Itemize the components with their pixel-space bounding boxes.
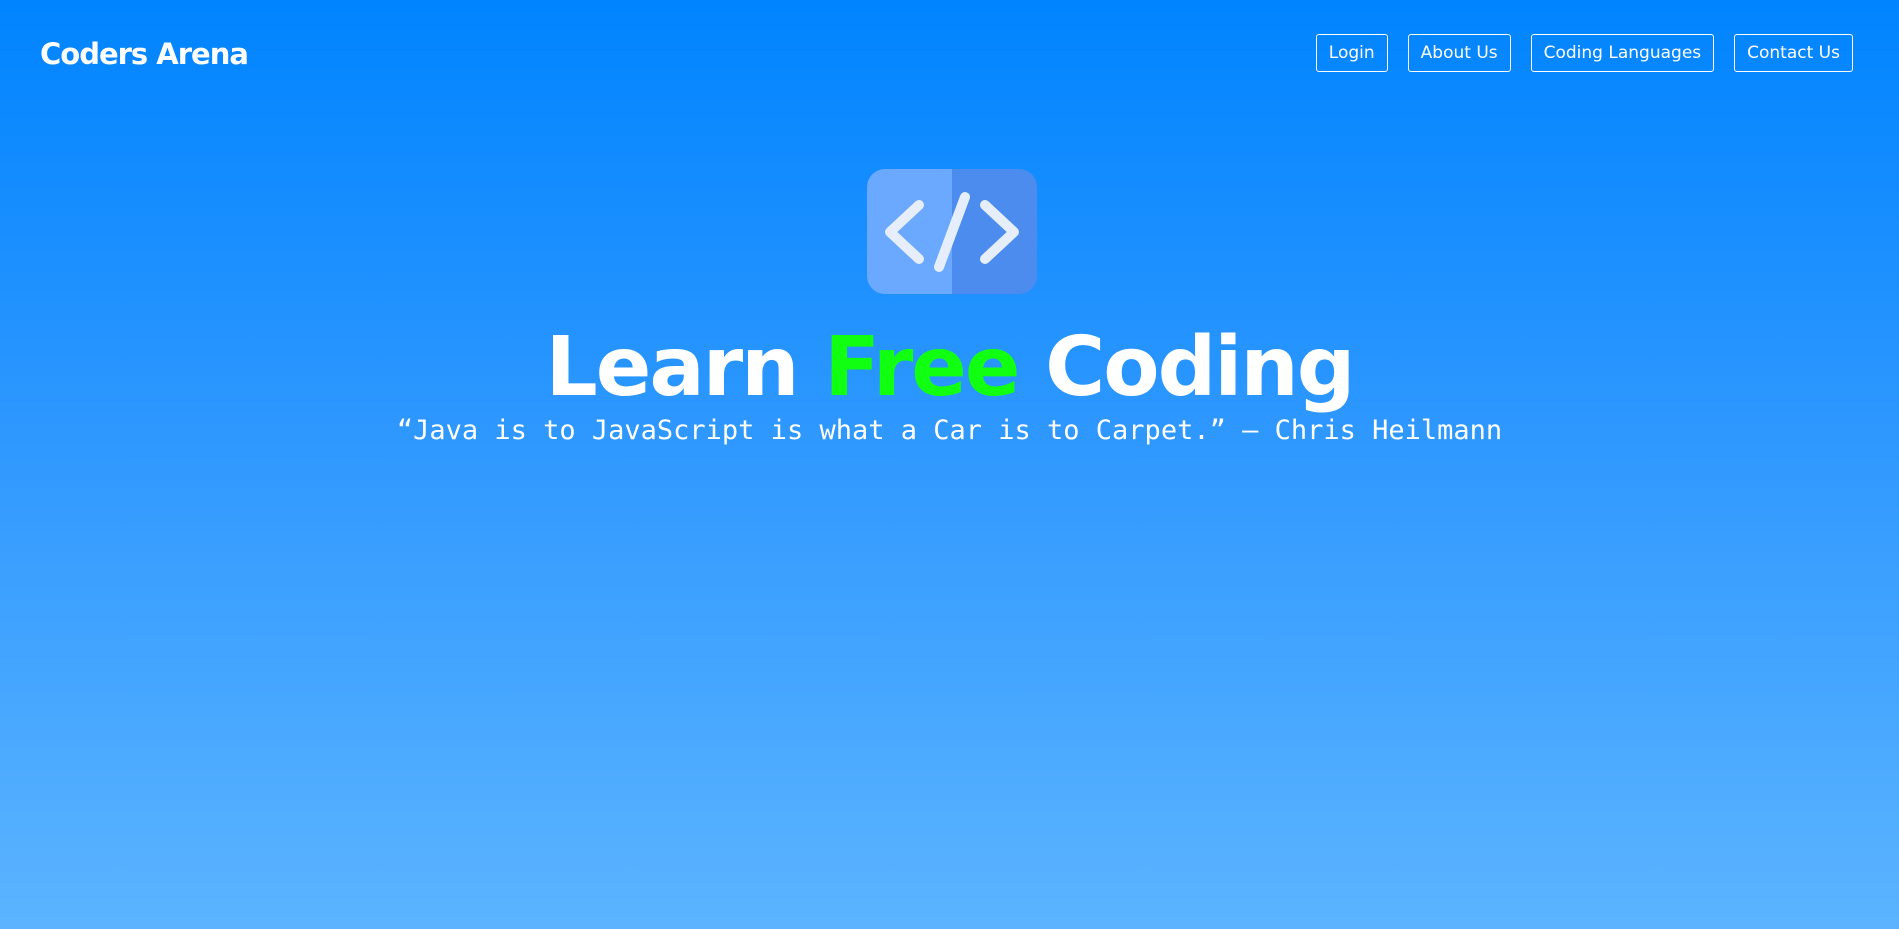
coding-languages-button[interactable]: Coding Languages (1530, 34, 1715, 72)
headline-accent-free: Free (824, 320, 1020, 415)
top-nav: Login About Us Coding Languages Contact … (1315, 34, 1853, 72)
hero-headline: Learn Free Coding (0, 318, 1899, 418)
site-brand[interactable]: Coders Arena (40, 34, 249, 74)
about-us-button[interactable]: About Us (1407, 34, 1511, 72)
code-brackets-icon (867, 169, 1037, 294)
headline-part-learn: Learn (545, 320, 825, 415)
login-button[interactable]: Login (1315, 34, 1388, 72)
headline-part-coding: Coding (1018, 320, 1355, 415)
contact-us-button[interactable]: Contact Us (1734, 34, 1853, 72)
hero-quote: “Java is to JavaScript is what a Car is … (396, 415, 1503, 446)
